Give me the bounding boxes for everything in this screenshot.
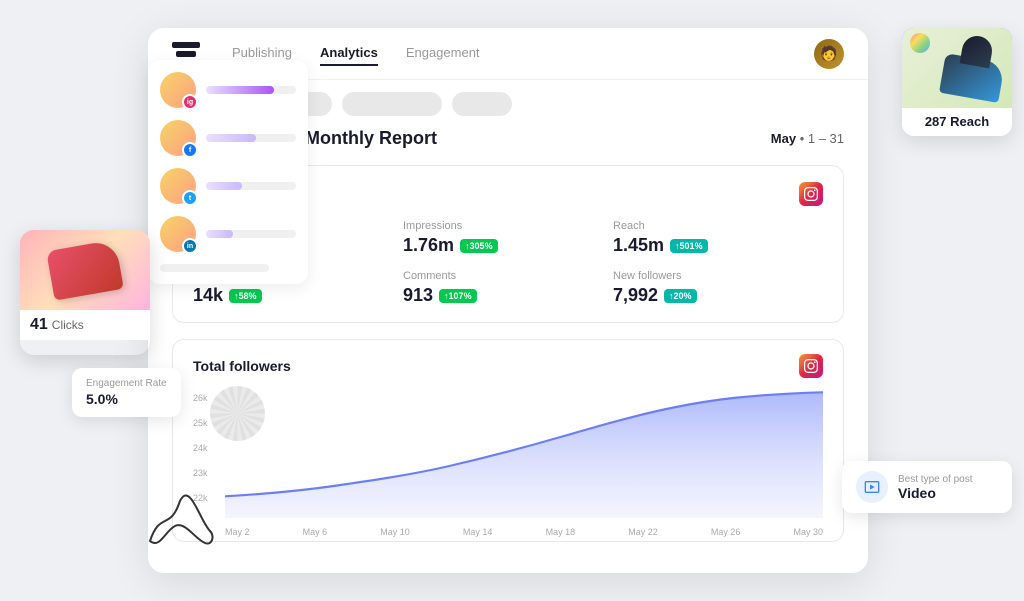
best-post-label: Best type of post: [898, 474, 973, 485]
social-avatar-linkedin: in: [160, 216, 196, 252]
social-avatar-instagram: ig: [160, 72, 196, 108]
chart-card: Total followers 26k 25k 24k 23k 22k: [172, 339, 844, 542]
decoration-circle: [210, 386, 265, 441]
x-label-1: May 2: [225, 527, 250, 537]
metric-followers-value: 7,992: [613, 285, 658, 306]
linkedin-badge: in: [182, 238, 198, 254]
x-label-6: May 22: [628, 527, 658, 537]
chart-svg: [225, 388, 823, 518]
instagram-badge: ig: [182, 94, 198, 110]
clicks-card: 41 Clicks: [20, 230, 150, 355]
engagement-value: 5.0%: [86, 391, 167, 407]
best-post-icon: [856, 471, 888, 503]
clicks-image: [20, 230, 150, 310]
chart-instagram-icon: [799, 354, 823, 378]
metric-comments-label: Comments: [403, 270, 613, 282]
filter-pill-3[interactable]: [452, 92, 512, 116]
metric-comments: Comments 913 ↑107%: [403, 270, 613, 306]
metric-reach: Reach 1.45m ↑501%: [613, 220, 823, 256]
instagram-icon: [799, 182, 823, 206]
x-label-2: May 6: [303, 527, 328, 537]
metric-impressions-label: Impressions: [403, 220, 613, 232]
chart-inner: 26k 25k 24k 23k 22k: [193, 388, 823, 541]
best-post-card: Best type of post Video: [842, 461, 1012, 513]
x-labels: May 2 May 6 May 10 May 14 May 18 May 22 …: [225, 523, 823, 541]
social-item-facebook: f: [160, 120, 296, 156]
y-label-1: 26k: [193, 393, 208, 403]
metric-impressions-badge: ↑305%: [460, 239, 498, 253]
x-label-7: May 26: [711, 527, 741, 537]
x-label-8: May 30: [793, 527, 823, 537]
social-item-linkedin: in: [160, 216, 296, 252]
reach-footer: 287 Reach: [902, 108, 1012, 136]
report-date: May • 1 – 31: [771, 131, 844, 146]
tab-engagement[interactable]: Engagement: [406, 41, 480, 66]
y-label-4: 23k: [193, 468, 208, 478]
clicks-number: 41: [30, 316, 48, 334]
date-month: May: [771, 131, 796, 146]
metric-followers-badge: ↑20%: [664, 289, 697, 303]
chart-title: Total followers: [193, 358, 291, 374]
metric-likes-badge: ↑58%: [229, 289, 262, 303]
x-label-4: May 14: [463, 527, 493, 537]
social-avatar-facebook: f: [160, 120, 196, 156]
best-post-text: Best type of post Video: [898, 474, 973, 501]
clicks-label: Clicks: [52, 318, 84, 332]
metric-comments-badge: ↑107%: [439, 289, 477, 303]
avatar[interactable]: 🧑: [814, 39, 844, 69]
metric-reach-value: 1.45m: [613, 235, 664, 256]
metric-comments-value: 913: [403, 285, 433, 306]
engagement-card: Engagement Rate 5.0%: [72, 368, 181, 417]
left-panel: ig f t: [148, 60, 308, 284]
metric-impressions: Impressions 1.76m ↑305%: [403, 220, 613, 256]
social-item-instagram: ig: [160, 72, 296, 108]
x-label-3: May 10: [380, 527, 410, 537]
clicks-footer: 41 Clicks: [20, 310, 150, 340]
metric-reach-label: Reach: [613, 220, 823, 232]
x-label-5: May 18: [546, 527, 576, 537]
decoration-scribble: [140, 481, 220, 551]
reach-value: 287 Reach: [925, 114, 989, 129]
filter-pill-2[interactable]: [342, 92, 442, 116]
date-range: • 1 – 31: [800, 131, 844, 146]
twitter-badge: t: [182, 190, 198, 206]
metric-followers: New followers 7,992 ↑20%: [613, 270, 823, 306]
metric-reach-badge: ↑501%: [670, 239, 708, 253]
reach-image: [902, 28, 1012, 108]
best-post-value: Video: [898, 485, 973, 501]
facebook-badge: f: [182, 142, 198, 158]
reach-card: 287 Reach: [902, 28, 1012, 136]
metric-followers-label: New followers: [613, 270, 823, 282]
social-avatar-twitter: t: [160, 168, 196, 204]
y-label-3: 24k: [193, 443, 208, 453]
metric-impressions-value: 1.76m: [403, 235, 454, 256]
chart-header: Total followers: [193, 354, 823, 378]
social-item-twitter: t: [160, 168, 296, 204]
tab-analytics[interactable]: Analytics: [320, 41, 378, 66]
y-label-2: 25k: [193, 418, 208, 428]
metric-likes-value: 14k: [193, 285, 223, 306]
nav-tabs: Publishing Analytics Engagement: [232, 41, 782, 66]
engagement-label: Engagement Rate: [86, 378, 167, 389]
